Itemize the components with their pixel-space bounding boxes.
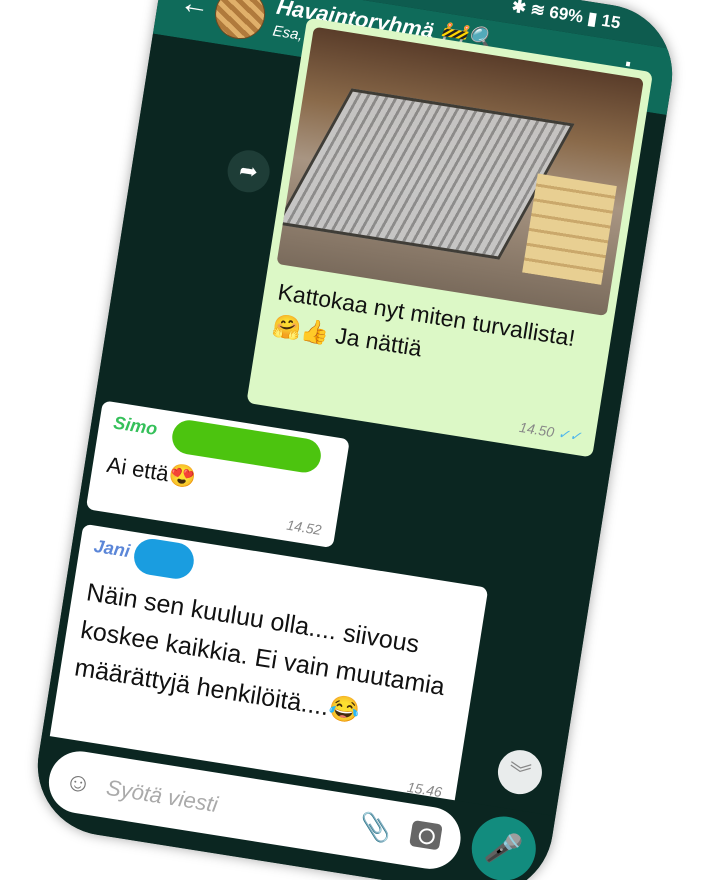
clock: 15 bbox=[600, 10, 622, 33]
scroll-down-icon[interactable]: ︾ bbox=[494, 746, 546, 798]
outgoing-image-message[interactable]: Kattokaa nyt miten turvallista! 🤗👍 Ja nä… bbox=[246, 17, 654, 458]
incoming-message[interactable]: Simo Ai että😍 14.52 bbox=[85, 400, 350, 549]
attached-photo[interactable] bbox=[276, 26, 644, 317]
attachment-icon[interactable]: 📎 bbox=[357, 810, 394, 846]
sender-name[interactable]: Jani bbox=[92, 536, 132, 562]
back-arrow-icon[interactable]: ← bbox=[177, 0, 213, 24]
camera-icon[interactable] bbox=[409, 820, 443, 851]
message-text: Näin sen kuuluu olla.... siivous koskee … bbox=[72, 578, 447, 727]
lumber-stack-illustration bbox=[522, 173, 617, 285]
redaction-mark bbox=[131, 536, 197, 582]
message-text: Ai että😍 bbox=[105, 451, 198, 491]
emoji-icon[interactable]: ☺ bbox=[63, 765, 94, 800]
read-ticks-icon: ✓✓ bbox=[556, 425, 583, 445]
message-list[interactable]: Kattokaa nyt miten turvallista! 🤗👍 Ja nä… bbox=[41, 17, 667, 817]
message-input[interactable] bbox=[101, 767, 319, 841]
message-time: 14.52 bbox=[285, 516, 323, 538]
forward-icon[interactable]: ➦ bbox=[224, 147, 273, 196]
message-time: 14.50✓✓ bbox=[518, 418, 583, 445]
screenshot-stage: ✱ ≋ 69% ▮ 15 ← Havaintoryhmä 🚧🔍 Esa, Jan… bbox=[0, 0, 705, 880]
microphone-icon[interactable]: 🎤 bbox=[467, 811, 541, 880]
sender-name[interactable]: Simo bbox=[112, 412, 159, 440]
battery-level: 69% bbox=[547, 2, 585, 27]
phone-screen: ✱ ≋ 69% ▮ 15 ← Havaintoryhmä 🚧🔍 Esa, Jan… bbox=[27, 0, 683, 880]
group-avatar[interactable] bbox=[211, 0, 269, 43]
